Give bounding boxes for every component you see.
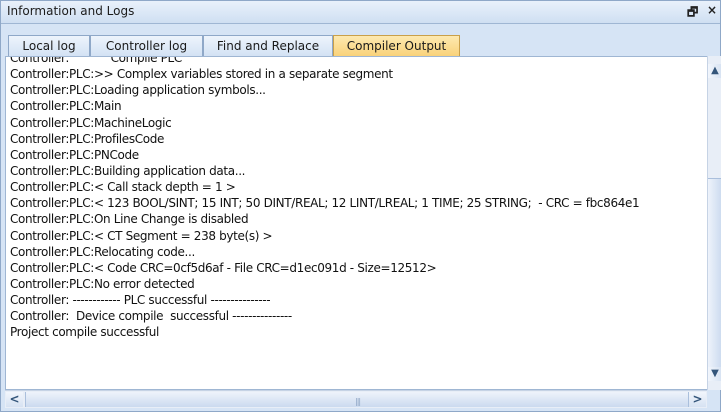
grip-icon: ||| xyxy=(355,397,361,406)
output-line: Controller:PLC:< Code CRC=0cf5d6af - Fil… xyxy=(10,260,437,275)
output-line: Controller: ------------ PLC successful … xyxy=(10,293,271,308)
output-line: Controller:PLC:< Call stack depth = 1 > xyxy=(10,180,236,195)
compiler-output-text[interactable]: Controller: Compile PLC Controller:PLC:>>… xyxy=(5,56,708,390)
restore-icon[interactable]: 🗗 xyxy=(687,3,698,24)
horizontal-scrollbar[interactable]: < ||| > xyxy=(5,390,707,408)
output-line: Controller:PLC:PNCode xyxy=(10,147,139,162)
vertical-scroll-thumb[interactable] xyxy=(708,178,721,378)
output-line: Controller: Compile PLC xyxy=(10,56,182,65)
scroll-down-button[interactable]: ▼ xyxy=(708,367,721,381)
horizontal-scroll-thumb[interactable]: ||| xyxy=(25,392,689,407)
output-line: Controller:PLC:Building application data… xyxy=(10,163,246,178)
scroll-right-button[interactable]: > xyxy=(689,392,706,407)
output-line: Controller:PLC:No error detected xyxy=(10,276,195,291)
tab-local-log[interactable]: Local log xyxy=(8,35,90,56)
output-line: Project compile successful xyxy=(10,325,159,340)
output-line: Controller: Device compile successful --… xyxy=(10,309,292,324)
output-line: Controller:PLC:Main xyxy=(10,99,122,114)
output-line: Controller:PLC:Loading application symbo… xyxy=(10,83,266,98)
output-line: Controller:PLC:Relocating code... xyxy=(10,244,195,259)
output-line: Controller:PLC:< 123 BOOL/SINT; 15 INT; … xyxy=(10,196,640,211)
output-line: Controller:PLC:ProfilesCode xyxy=(10,131,165,146)
panel-titlebar: Information and Logs 🗗 × xyxy=(1,1,720,24)
tab-compiler-output[interactable]: Compiler Output xyxy=(333,35,460,56)
tab-find-and-replace[interactable]: Find and Replace xyxy=(203,35,333,56)
tab-controller-log[interactable]: Controller log xyxy=(90,35,203,56)
output-line: Controller:PLC:MachineLogic xyxy=(10,115,172,130)
output-line: Controller:PLC:< CT Segment = 238 byte(s… xyxy=(10,228,273,243)
vertical-scrollbar[interactable]: ▲ ▼ xyxy=(707,56,721,390)
scroll-up-button[interactable]: ▲ xyxy=(708,64,721,78)
information-and-logs-panel: Information and Logs 🗗 × Local log Contr… xyxy=(0,0,721,412)
close-icon[interactable]: × xyxy=(707,3,717,17)
output-line: Controller:PLC:On Line Change is disable… xyxy=(10,212,249,227)
tab-strip: Local log Controller log Find and Replac… xyxy=(1,24,720,56)
panel-title: Information and Logs xyxy=(7,4,135,18)
output-lines: Controller: Compile PLC Controller:PLC:>>… xyxy=(10,56,640,341)
output-line: Controller:PLC:>> Complex variables stor… xyxy=(10,67,393,82)
scroll-left-button[interactable]: < xyxy=(6,392,23,407)
